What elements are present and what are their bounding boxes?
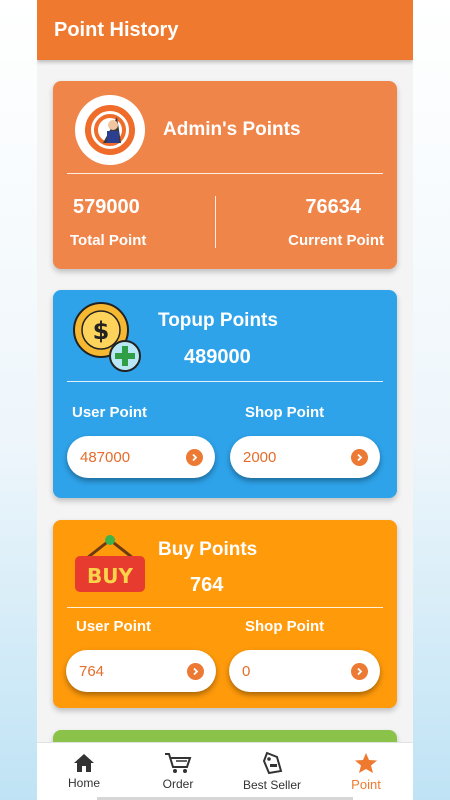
topup-user-point-label: User Point [72, 404, 148, 421]
coin-plus-icon: $ [73, 302, 145, 379]
divider [67, 381, 383, 382]
buy-points-card: BUY Buy Points 764 User Point Shop Point… [53, 520, 397, 708]
topup-user-point-field[interactable]: 487000 [67, 436, 215, 478]
topup-user-point-value: 487000 [80, 448, 131, 466]
topup-total-value: 489000 [184, 346, 251, 368]
nav-best-seller-label: Best Seller [242, 778, 302, 792]
topup-shop-point-label: Shop Point [245, 404, 325, 421]
admin-logo-icon [85, 105, 135, 155]
cart-icon [165, 753, 192, 773]
buy-user-point-field[interactable]: 764 [66, 650, 216, 692]
buy-sign-text: BUY [87, 564, 133, 588]
app-screen: Point History Admin's Points 579000 Tota… [37, 0, 413, 800]
bottom-navigation: Home Order Best Seller Point [37, 742, 413, 800]
topup-title: Topup Points [158, 310, 278, 331]
chevron-right-icon [351, 448, 368, 466]
buy-shop-point-label: Shop Point [245, 618, 325, 635]
home-icon [74, 754, 94, 772]
nav-home[interactable]: Home [44, 753, 124, 790]
divider [67, 173, 383, 174]
buy-user-point-label: User Point [76, 618, 152, 635]
nav-point[interactable]: Point [326, 752, 406, 792]
buy-sign-icon: BUY [73, 534, 147, 601]
nav-home-label: Home [67, 776, 100, 790]
total-point-label: Total Point [70, 232, 147, 249]
chevron-right-icon [186, 448, 203, 466]
buy-shop-point-value: 0 [242, 662, 251, 680]
buy-user-point-value: 764 [79, 662, 105, 680]
chevron-right-icon [187, 662, 204, 680]
nav-best-seller[interactable]: Best Seller [232, 751, 312, 792]
topup-shop-point-field[interactable]: 2000 [230, 436, 380, 478]
buy-title: Buy Points [158, 539, 258, 560]
vertical-divider [215, 196, 216, 248]
nav-point-label: Point [351, 776, 381, 792]
current-point-value: 76634 [305, 196, 361, 218]
chevron-right-icon [351, 662, 368, 680]
svg-text:$: $ [93, 317, 110, 345]
page-title: Point History [54, 18, 179, 41]
tag-icon [262, 751, 283, 775]
admin-points-title: Admin's Points [163, 119, 301, 140]
app-bar: Point History [37, 0, 413, 60]
divider [67, 607, 383, 608]
star-icon [355, 752, 377, 773]
admin-avatar [75, 95, 145, 165]
buy-total-value: 764 [190, 574, 224, 596]
admin-points-card: Admin's Points 579000 Total Point 76634 … [53, 81, 397, 269]
topup-shop-point-value: 2000 [243, 448, 277, 466]
nav-order[interactable]: Order [138, 752, 218, 791]
total-point-value: 579000 [73, 196, 140, 218]
topup-points-card: $ Topup Points 489000 User Point Shop Po… [53, 290, 397, 498]
current-point-label: Current Point [288, 232, 384, 249]
buy-shop-point-field[interactable]: 0 [229, 650, 380, 692]
nav-order-label: Order [162, 777, 194, 791]
